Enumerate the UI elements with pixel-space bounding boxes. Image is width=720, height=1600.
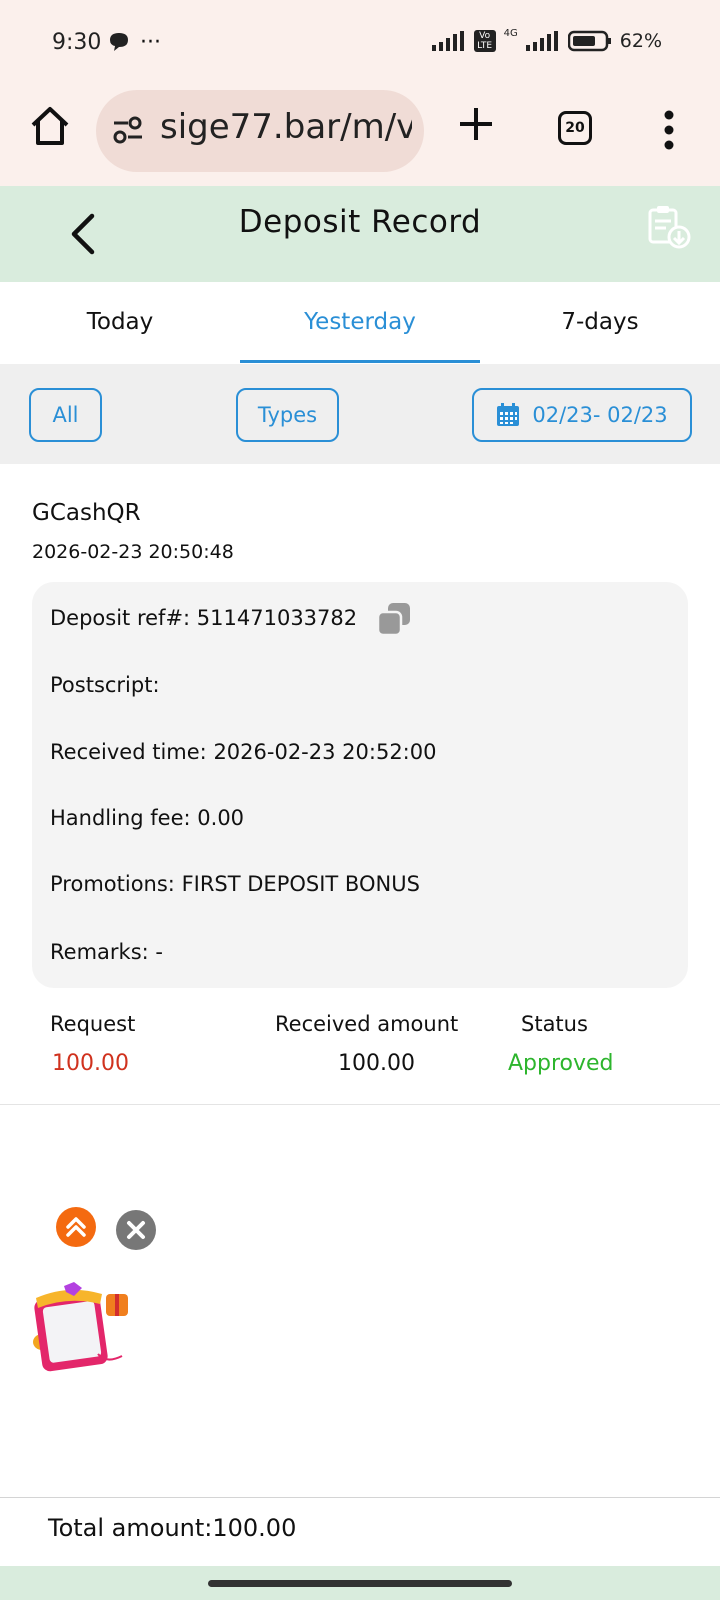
all-filter-button[interactable]: All bbox=[29, 388, 102, 442]
status-label: Status bbox=[521, 1012, 588, 1036]
double-chevron-up-icon bbox=[66, 1217, 86, 1237]
home-icon[interactable] bbox=[28, 104, 72, 148]
chat-bubble-icon bbox=[108, 32, 130, 52]
signal-icon-2 bbox=[525, 31, 558, 51]
battery-level: 62% bbox=[619, 30, 662, 52]
scroll-top-button[interactable] bbox=[56, 1207, 96, 1247]
postscript-label: Postscript: bbox=[50, 673, 160, 697]
received-amount-value: 100.00 bbox=[338, 1051, 415, 1076]
close-float-button[interactable] bbox=[116, 1210, 156, 1250]
total-amount: Total amount:100.00 bbox=[48, 1514, 297, 1542]
network-type: 4G bbox=[503, 27, 518, 39]
remarks-value: - bbox=[155, 940, 163, 964]
tab-7-days[interactable]: 7-days bbox=[480, 282, 720, 362]
close-icon bbox=[127, 1221, 145, 1239]
promotions-label: Promotions: bbox=[50, 872, 175, 896]
battery-icon bbox=[567, 30, 611, 52]
received-time-value: 2026-02-23 20:52:00 bbox=[213, 740, 437, 764]
handling-fee-label: Handling fee: bbox=[50, 806, 191, 830]
site-settings-icon[interactable] bbox=[112, 116, 144, 144]
all-filter-label: All bbox=[52, 403, 79, 427]
more-vert-icon[interactable] bbox=[664, 110, 674, 150]
promotions-value: FIRST DEPOSIT BONUS bbox=[181, 872, 420, 896]
date-range-label: 02/23- 02/23 bbox=[532, 403, 668, 427]
received-time-row: Received time: 2026-02-23 20:52:00 bbox=[50, 740, 436, 764]
handling-fee-value: 0.00 bbox=[197, 806, 245, 830]
volte-badge: Vo LTE bbox=[473, 30, 496, 52]
footer-divider bbox=[0, 1497, 720, 1498]
url-text[interactable]: sige77.bar/m/v bbox=[160, 107, 412, 147]
clipboard-download-icon[interactable] bbox=[646, 204, 692, 250]
status-time: 9:30 bbox=[52, 30, 102, 55]
tab-yesterday[interactable]: Yesterday bbox=[240, 282, 480, 362]
status-badge: Approved bbox=[508, 1051, 614, 1076]
deposit-ref-row: Deposit ref#: 511471033782 bbox=[50, 606, 357, 630]
page-title: Deposit Record bbox=[238, 204, 482, 240]
signal-icon bbox=[431, 31, 464, 51]
types-filter-label: Types bbox=[257, 403, 318, 427]
received-amount-label: Received amount bbox=[275, 1012, 459, 1036]
request-label: Request bbox=[50, 1012, 136, 1036]
deposit-ref-value: 511471033782 bbox=[196, 606, 358, 630]
new-tab-icon[interactable] bbox=[458, 106, 494, 142]
date-range-button[interactable]: 02/23- 02/23 bbox=[472, 388, 692, 442]
received-time-label: Received time: bbox=[50, 740, 207, 764]
promo-gift-icon[interactable] bbox=[28, 1280, 134, 1376]
status-right: Vo LTE 4G 62% bbox=[431, 27, 662, 52]
request-value: 100.00 bbox=[52, 1051, 129, 1076]
postscript-row: Postscript: bbox=[50, 673, 160, 697]
payment-method: GCashQR bbox=[32, 500, 141, 526]
active-tab-indicator bbox=[240, 360, 480, 363]
handling-fee-row: Handling fee: 0.00 bbox=[50, 806, 244, 830]
gesture-nav-bar[interactable] bbox=[208, 1580, 512, 1587]
deposit-ref-label: Deposit ref#: bbox=[50, 606, 191, 630]
remarks-label: Remarks: bbox=[50, 940, 149, 964]
tab-today[interactable]: Today bbox=[0, 282, 240, 362]
copy-icon[interactable] bbox=[376, 601, 412, 637]
status-more: ··· bbox=[140, 30, 161, 55]
tab-switcher-button[interactable]: 20 bbox=[558, 111, 592, 145]
types-filter-button[interactable]: Types bbox=[236, 388, 339, 442]
remarks-row: Remarks: - bbox=[50, 940, 163, 964]
calendar-icon bbox=[497, 403, 520, 426]
record-details-box bbox=[32, 582, 688, 988]
promotions-row: Promotions: FIRST DEPOSIT BONUS bbox=[50, 872, 420, 896]
record-time: 2026-02-23 20:50:48 bbox=[32, 541, 234, 563]
